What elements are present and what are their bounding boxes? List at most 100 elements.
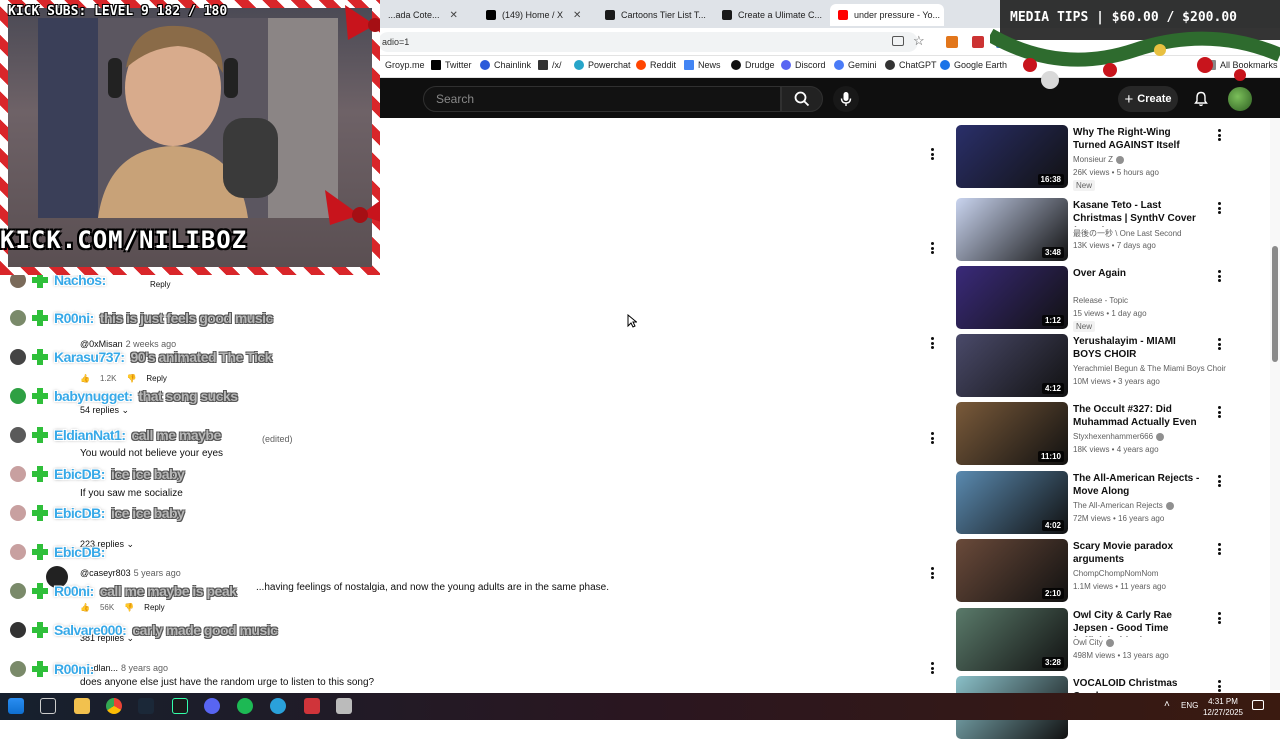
reply-button[interactable]: Reply bbox=[146, 374, 166, 383]
video-title[interactable]: Owl City & Carly Rae Jepsen - Good Time … bbox=[1073, 609, 1205, 637]
like-icon[interactable]: 👍 bbox=[80, 374, 90, 383]
dislike-icon[interactable]: 👎 bbox=[126, 374, 136, 383]
reply-button[interactable]: Reply bbox=[144, 603, 164, 612]
more-icon[interactable] bbox=[1214, 200, 1224, 216]
comment-age[interactable]: 8 years ago bbox=[121, 663, 168, 673]
recommended-video[interactable]: 3:28 Owl City & Carly Rae Jepsen - Good T… bbox=[956, 608, 1256, 672]
recommended-video[interactable]: 1:12 Over Again Release - Topic 15 views • … bbox=[956, 266, 1256, 332]
more-icon[interactable] bbox=[927, 335, 937, 351]
video-title[interactable]: Kasane Teto - Last Christmas | SynthV Co… bbox=[1073, 199, 1205, 227]
video-title[interactable]: Over Again bbox=[1073, 267, 1205, 280]
close-icon[interactable]: ✕ bbox=[573, 10, 581, 21]
scrollbar-thumb[interactable] bbox=[1272, 246, 1278, 362]
search-button[interactable] bbox=[781, 86, 823, 112]
video-thumbnail[interactable]: 4:02 bbox=[956, 471, 1068, 534]
bookmark-news[interactable]: News bbox=[684, 60, 721, 70]
windows-start-icon[interactable] bbox=[8, 698, 24, 714]
more-icon[interactable] bbox=[1214, 127, 1224, 143]
video-thumbnail[interactable]: 4:12 bbox=[956, 334, 1068, 397]
task-view-icon[interactable] bbox=[40, 698, 56, 714]
notification-center-icon[interactable] bbox=[1252, 700, 1264, 710]
more-icon[interactable] bbox=[927, 430, 937, 446]
obs-icon[interactable] bbox=[172, 698, 188, 714]
app-icon[interactable] bbox=[336, 698, 352, 714]
recommended-video[interactable]: 11:10 The Occult #327: Did Muhammad Actua… bbox=[956, 402, 1256, 466]
tab-3[interactable]: Cartoons Tier List T... ✕ bbox=[597, 4, 709, 26]
more-icon[interactable] bbox=[1214, 473, 1224, 489]
recommended-video[interactable]: 4:12 Yerushalayim - MIAMI BOYS CHOIR Yerac… bbox=[956, 334, 1256, 398]
more-icon[interactable] bbox=[1214, 268, 1224, 284]
channel-name[interactable]: ChompChompNomNom bbox=[1073, 569, 1158, 578]
video-title[interactable]: Yerushalayim - MIAMI BOYS CHOIR bbox=[1073, 335, 1205, 361]
channel-name[interactable]: Release - Topic bbox=[1073, 296, 1128, 305]
channel-name[interactable]: Monsieur Z bbox=[1073, 155, 1125, 164]
system-clock[interactable]: 4:31 PM 12/27/2025 bbox=[1200, 696, 1246, 718]
bookmark-powerchat[interactable]: Powerchat bbox=[574, 60, 631, 70]
channel-name[interactable]: Styxhexenhammer666 bbox=[1073, 432, 1165, 441]
more-icon[interactable] bbox=[1214, 336, 1224, 352]
bookmark-drudge[interactable]: Drudge bbox=[731, 60, 775, 70]
tab-5-active[interactable]: under pressure - Yo... ✕ bbox=[830, 4, 944, 26]
video-thumbnail[interactable]: 3:28 bbox=[956, 608, 1068, 671]
more-icon[interactable] bbox=[927, 565, 937, 581]
file-explorer-icon[interactable] bbox=[74, 698, 90, 714]
more-icon[interactable] bbox=[1214, 404, 1224, 420]
chrome-icon[interactable] bbox=[106, 698, 122, 714]
replies-toggle[interactable]: 54 replies ⌄ bbox=[80, 405, 129, 416]
steam-icon[interactable] bbox=[138, 698, 154, 714]
more-icon[interactable] bbox=[927, 660, 937, 676]
more-icon[interactable] bbox=[927, 146, 937, 162]
extension-icon[interactable] bbox=[972, 36, 984, 48]
chevron-up-icon[interactable]: ˄ bbox=[1164, 699, 1170, 710]
recommended-video[interactable]: 2:10 Scary Movie paradox arguments ChompCh… bbox=[956, 539, 1256, 603]
video-title[interactable]: Why The Right-Wing Turned AGAINST Itself bbox=[1073, 126, 1205, 152]
recommended-video[interactable]: 3:48 Kasane Teto - Last Christmas | Synth… bbox=[956, 198, 1256, 262]
video-title[interactable]: The Occult #327: Did Muhammad Actually E… bbox=[1073, 403, 1205, 431]
star-icon[interactable]: ☆ bbox=[913, 33, 925, 49]
more-icon[interactable] bbox=[1214, 678, 1224, 694]
video-thumbnail[interactable]: 3:48 bbox=[956, 198, 1068, 261]
voice-search-button[interactable] bbox=[833, 86, 859, 112]
channel-name[interactable]: The All-American Rejects bbox=[1073, 501, 1174, 510]
app-icon[interactable] bbox=[304, 698, 320, 714]
video-title[interactable]: Scary Movie paradox arguments bbox=[1073, 540, 1205, 566]
discord-icon[interactable] bbox=[204, 698, 220, 714]
dislike-icon[interactable]: 👎 bbox=[124, 603, 134, 612]
video-thumbnail[interactable]: 16:38 bbox=[956, 125, 1068, 188]
bookmark-chainlink[interactable]: Chainlink bbox=[480, 60, 531, 70]
bookmark-x[interactable]: /x/ bbox=[538, 60, 562, 70]
close-icon[interactable]: ✕ bbox=[450, 10, 458, 21]
telegram-icon[interactable] bbox=[270, 698, 286, 714]
scrollbar[interactable] bbox=[1270, 118, 1280, 690]
bookmark-chatgpt[interactable]: ChatGPT bbox=[885, 60, 937, 70]
video-thumbnail[interactable]: 1:12 bbox=[956, 266, 1068, 329]
recommended-video[interactable]: 4:02 The All-American Rejects - Move Alon… bbox=[956, 471, 1256, 535]
metamask-icon[interactable] bbox=[946, 36, 958, 48]
spotify-icon[interactable] bbox=[237, 698, 253, 714]
more-icon[interactable] bbox=[1214, 610, 1224, 626]
channel-name[interactable]: Yerachmiel Begun & The Miami Boys Choir bbox=[1073, 364, 1226, 373]
reply-button[interactable]: Reply bbox=[150, 280, 170, 289]
cast-icon[interactable] bbox=[892, 36, 904, 46]
more-icon[interactable] bbox=[927, 240, 937, 256]
comment-author[interactable]: @caseyr803 bbox=[80, 568, 131, 578]
language-indicator[interactable]: ENG bbox=[1181, 701, 1198, 710]
tab-2[interactable]: (149) Home / X ✕ bbox=[478, 4, 590, 26]
bookmark-discord[interactable]: Discord bbox=[781, 60, 826, 70]
url-field[interactable]: adio=1 bbox=[378, 32, 918, 52]
bookmark-twitter[interactable]: Twitter bbox=[431, 60, 472, 70]
more-icon[interactable] bbox=[1214, 541, 1224, 557]
bookmark-gemini[interactable]: Gemini bbox=[834, 60, 877, 70]
tab-1[interactable]: ...ada Cote... ✕ bbox=[380, 4, 472, 26]
channel-name[interactable]: Owl City bbox=[1073, 638, 1114, 647]
tab-4[interactable]: Create a Ulimate C... ✕ bbox=[714, 4, 826, 26]
video-title[interactable]: The All-American Rejects - Move Along bbox=[1073, 472, 1205, 498]
channel-name[interactable]: 最後の一秒 \ One Last Second bbox=[1073, 228, 1182, 239]
bookmark-groyp[interactable]: Groyp.me bbox=[385, 60, 425, 70]
comment-age[interactable]: 5 years ago bbox=[134, 568, 181, 578]
recommended-video[interactable]: 16:38 Why The Right-Wing Turned AGAINST I… bbox=[956, 125, 1256, 191]
video-thumbnail[interactable]: 11:10 bbox=[956, 402, 1068, 465]
bookmark-reddit[interactable]: Reddit bbox=[636, 60, 676, 70]
search-input[interactable]: Search bbox=[423, 86, 781, 112]
video-thumbnail[interactable]: 2:10 bbox=[956, 539, 1068, 602]
